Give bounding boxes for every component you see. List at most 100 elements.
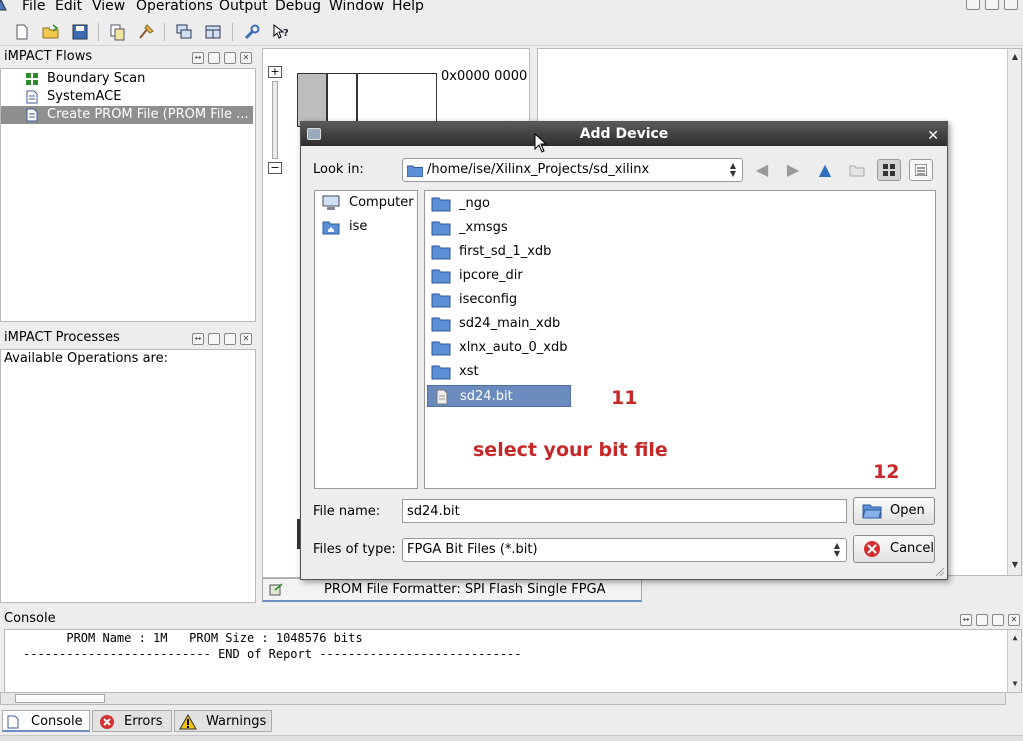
document-icon (26, 108, 38, 122)
restore-icon[interactable] (985, 0, 999, 10)
up-folder-icon[interactable]: ▲ (815, 160, 835, 180)
cleanup-icon[interactable] (137, 23, 155, 41)
tab-errors[interactable]: Errors (92, 710, 172, 732)
console-horizontal-scrollbar[interactable] (0, 692, 1006, 705)
zoom-in-icon[interactable]: + (268, 66, 282, 78)
maximize-icon[interactable] (208, 333, 220, 345)
resize-grip-icon[interactable] (935, 567, 945, 577)
restore-icon[interactable] (224, 52, 236, 64)
annotation-instruction: select your bit file (473, 439, 668, 461)
place-computer[interactable]: Computer (319, 193, 417, 213)
back-arrow-icon[interactable]: ◀ (752, 160, 772, 180)
minimize-icon[interactable] (966, 0, 980, 10)
flow-item-label: Boundary Scan (47, 71, 146, 86)
zoom-slider[interactable] (272, 81, 278, 159)
prom-tab-label: PROM File Formatter: SPI Flash Single FP… (324, 582, 606, 597)
menu-window[interactable]: Window (329, 0, 384, 15)
file-item-folder[interactable]: _ngo (427, 193, 571, 215)
maximize-icon[interactable] (208, 52, 220, 64)
flow-item-boundary-scan[interactable]: Boundary Scan (1, 70, 253, 88)
annotation-step-11: 11 (611, 387, 638, 409)
menu-help[interactable]: Help (392, 0, 424, 15)
file-type-value: FPGA Bit Files (*.bit) (407, 542, 538, 557)
wrench-icon[interactable] (243, 23, 261, 41)
tab-console[interactable]: Console (2, 710, 90, 732)
console-output[interactable]: PROM Name : 1M PROM Size : 1048576 bits … (4, 629, 1022, 693)
close-icon[interactable]: ✕ (1008, 614, 1020, 626)
file-item-folder[interactable]: xlnx_auto_0_xdb (427, 337, 571, 359)
restore-icon[interactable] (992, 614, 1004, 626)
menu-view[interactable]: View (92, 0, 125, 15)
new-folder-icon[interactable] (847, 160, 867, 180)
file-label: _ngo (459, 196, 490, 211)
flow-item-systemace[interactable]: SystemACE (1, 88, 253, 106)
close-window-icon[interactable] (1004, 0, 1018, 10)
place-label: Computer (349, 195, 414, 210)
processes-panel-title-text: iMPACT Processes (4, 330, 120, 345)
scroll-up-icon[interactable]: ▲ (1009, 51, 1021, 63)
tile-windows-icon[interactable] (204, 23, 222, 41)
menu-edit[interactable]: Edit (55, 0, 82, 15)
console-vertical-scrollbar[interactable]: ▲ ▼ (1007, 630, 1021, 692)
menu-file[interactable]: File (22, 0, 45, 15)
tab-warnings[interactable]: Warnings (174, 710, 272, 732)
folder-icon (431, 293, 451, 308)
save-icon[interactable] (71, 23, 89, 41)
svg-text:?: ? (283, 28, 289, 39)
cascade-windows-icon[interactable] (175, 23, 193, 41)
file-type-combo[interactable]: FPGA Bit Files (*.bit) ▲ ▼ (402, 538, 847, 562)
float-icon[interactable]: ↔ (192, 52, 204, 64)
look-in-combo[interactable]: /home/ise/Xilinx_Projects/sd_xilinx ▲ ▼ (402, 158, 743, 182)
open-button[interactable]: Open (853, 497, 935, 525)
dialog-titlebar[interactable]: Add Device ✕ (301, 122, 947, 146)
file-item-folder[interactable]: iseconfig (427, 289, 571, 311)
flow-item-label: Create PROM File (PROM File ... (47, 107, 249, 122)
list-view-button[interactable] (877, 159, 901, 181)
impact-app-icon[interactable] (0, 0, 8, 12)
restore-icon[interactable] (224, 333, 236, 345)
file-item-folder[interactable]: xst (427, 361, 571, 383)
open-folder-icon[interactable] (42, 23, 60, 41)
file-item-folder[interactable]: sd24_main_xdb (427, 313, 571, 335)
detail-view-button[interactable] (909, 159, 933, 181)
forward-arrow-icon[interactable]: ▶ (783, 160, 803, 180)
maximize-icon[interactable] (976, 614, 988, 626)
flow-item-create-prom-file[interactable]: Create PROM File (PROM File ... (1, 106, 253, 124)
menu-output[interactable]: Output (219, 0, 268, 15)
file-label: ipcore_dir (459, 268, 523, 283)
place-ise[interactable]: ise (319, 217, 417, 237)
close-icon[interactable]: ✕ (240, 333, 252, 345)
scroll-down-icon[interactable]: ▼ (1009, 678, 1021, 690)
float-icon[interactable]: ↔ (960, 614, 972, 626)
dialog-window-icon[interactable] (307, 128, 321, 140)
scroll-up-icon[interactable]: ▲ (1009, 632, 1021, 644)
file-icon (436, 389, 448, 405)
file-label: xlnx_auto_0_xdb (459, 340, 568, 355)
new-file-icon[interactable] (13, 23, 31, 41)
flow-item-label: SystemACE (47, 89, 122, 104)
float-icon[interactable]: ↔ (192, 333, 204, 345)
file-item-folder[interactable]: ipcore_dir (427, 265, 571, 287)
file-item-folder[interactable]: _xmsgs (427, 217, 571, 239)
file-item-sd24-bit[interactable]: sd24.bit (427, 385, 571, 407)
zoom-out-icon[interactable]: − (268, 162, 282, 174)
menu-operations[interactable]: Operations (136, 0, 213, 15)
close-icon[interactable]: ✕ (240, 52, 252, 64)
file-label: first_sd_1_xdb (459, 244, 552, 259)
console-title: Console (0, 609, 1023, 629)
scroll-down-icon[interactable]: ▼ (1009, 559, 1021, 571)
scrollbar-thumb[interactable] (15, 694, 105, 703)
cancel-button[interactable]: Cancel (853, 535, 935, 563)
menu-debug[interactable]: Debug (275, 0, 321, 15)
context-help-icon[interactable]: ? (272, 23, 290, 41)
file-item-folder[interactable]: first_sd_1_xdb (427, 241, 571, 263)
copy-icon[interactable] (108, 23, 126, 41)
spin-arrows-icon: ▲ ▼ (833, 541, 840, 558)
file-list[interactable]: _ngo _xmsgs first_sd_1_xdb ipcore_dir is… (424, 190, 936, 489)
dialog-close-icon[interactable]: ✕ (927, 124, 939, 148)
folder-icon (431, 221, 451, 236)
folder-icon (407, 165, 423, 177)
file-name-input[interactable] (402, 499, 847, 523)
tab-prom-file-formatter[interactable]: PROM File Formatter: SPI Flash Single FP… (262, 578, 642, 602)
right-vertical-scrollbar[interactable]: ▲ ▼ (1007, 49, 1021, 575)
